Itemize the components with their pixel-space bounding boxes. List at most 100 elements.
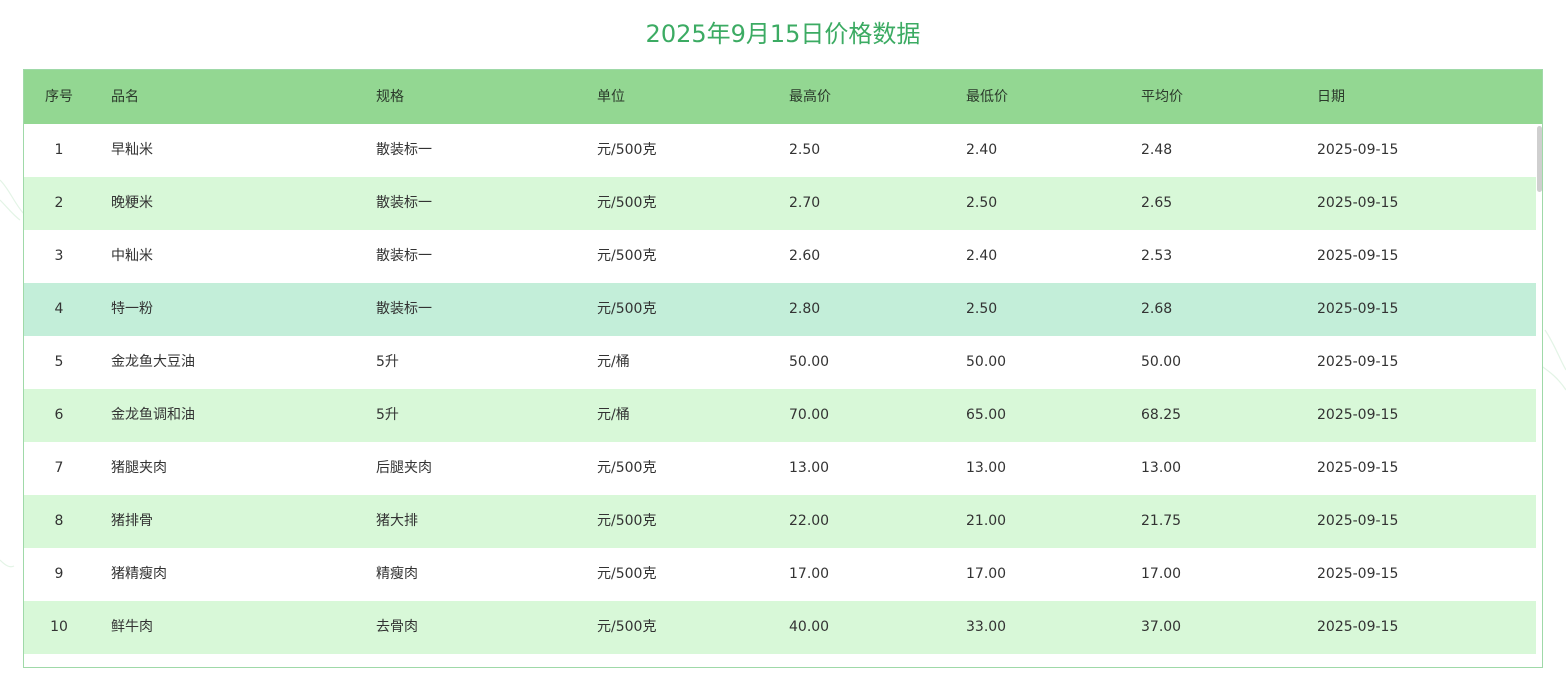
table-row[interactable]: 7 猪腿夹肉 后腿夹肉 元/500克 13.00 13.00 13.00 2025-09-15	[24, 442, 1536, 495]
cell-max-price: 13.00	[789, 460, 830, 476]
cell-index: 6	[54, 407, 64, 423]
cell-max-price: 2.80	[789, 301, 821, 317]
column-header-unit[interactable]: 单位	[597, 70, 625, 124]
cell-index: 8	[54, 513, 64, 529]
cell-min-price: 65.00	[966, 407, 1007, 423]
cell-avg-price: 21.75	[1141, 513, 1182, 529]
cell-index: 4	[54, 301, 64, 317]
cell-min-price: 33.00	[966, 619, 1007, 635]
cell-avg-price: 37.00	[1141, 619, 1182, 635]
table-row[interactable]: 2 晚粳米 散装标一 元/500克 2.70 2.50 2.65 2025-09-15	[24, 177, 1536, 230]
cell-avg-price: 2.53	[1141, 248, 1173, 264]
cell-date: 2025-09-15	[1317, 460, 1399, 476]
cell-max-price: 50.00	[789, 354, 830, 370]
cell-spec: 5升	[376, 354, 399, 370]
cell-spec: 去骨肉	[376, 619, 418, 635]
cell-unit: 元/500克	[597, 460, 657, 476]
cell-unit: 元/500克	[597, 142, 657, 158]
column-header-index[interactable]: 序号	[44, 70, 74, 124]
cell-index: 7	[54, 460, 64, 476]
cell-spec: 散装标一	[376, 248, 432, 264]
cell-spec: 散装标一	[376, 195, 432, 211]
cell-date: 2025-09-15	[1317, 513, 1399, 529]
cell-max-price: 22.00	[789, 513, 830, 529]
cell-max-price: 70.00	[789, 407, 830, 423]
table-row[interactable]: 10 鲜牛肉 去骨肉 元/500克 40.00 33.00 37.00 2025-09-15	[24, 601, 1536, 654]
cell-spec: 猪大排	[376, 513, 418, 529]
cell-date: 2025-09-15	[1317, 248, 1399, 264]
column-header-name[interactable]: 品名	[111, 70, 139, 124]
cell-unit: 元/500克	[597, 248, 657, 264]
cell-min-price: 21.00	[966, 513, 1007, 529]
cell-avg-price: 2.48	[1141, 142, 1173, 158]
cell-unit: 元/500克	[597, 619, 657, 635]
table-body: 1 早籼米 散装标一 元/500克 2.50 2.40 2.48 2025-09-15 2 晚粳米…	[24, 124, 1536, 667]
cell-min-price: 50.00	[966, 354, 1007, 370]
table-scrollbar[interactable]	[1536, 124, 1542, 667]
cell-avg-price: 13.00	[1141, 460, 1182, 476]
cell-unit: 元/桶	[597, 407, 630, 423]
cell-unit: 元/500克	[597, 301, 657, 317]
column-header-min-price[interactable]: 最低价	[966, 70, 1008, 124]
cell-spec: 精瘦肉	[376, 566, 418, 582]
table-row[interactable]: 3 中籼米 散装标一 元/500克 2.60 2.40 2.53 2025-09-15	[24, 230, 1536, 283]
cell-spec: 散装标一	[376, 301, 432, 317]
scrollbar-thumb[interactable]	[1537, 126, 1542, 192]
cell-avg-price: 2.65	[1141, 195, 1173, 211]
cell-min-price: 17.00	[966, 566, 1007, 582]
cell-index: 5	[54, 354, 64, 370]
cell-name: 早籼米	[111, 142, 153, 158]
cell-name: 晚粳米	[111, 195, 153, 211]
cell-unit: 元/桶	[597, 354, 630, 370]
cell-name: 鲜牛肉	[111, 619, 153, 635]
cell-max-price: 2.60	[789, 248, 821, 264]
cell-min-price: 2.50	[966, 301, 998, 317]
cell-spec: 5升	[376, 407, 399, 423]
table-row[interactable]: 9 猪精瘦肉 精瘦肉 元/500克 17.00 17.00 17.00 2025-09-15	[24, 548, 1536, 601]
cell-name: 金龙鱼调和油	[111, 407, 195, 423]
column-header-date[interactable]: 日期	[1317, 70, 1345, 124]
page-title: 2025年9月15日价格数据	[645, 20, 921, 48]
table-row[interactable]: 8 猪排骨 猪大排 元/500克 22.00 21.00 21.75 2025-09-15	[24, 495, 1536, 548]
price-table: 序号 品名 规格 单位 最高价 最低价 平均价 日期 1 早籼米 散装标一 元/500…	[23, 69, 1543, 668]
cell-name: 猪精瘦肉	[111, 566, 167, 582]
table-row[interactable]: 1 早籼米 散装标一 元/500克 2.50 2.40 2.48 2025-09-15	[24, 124, 1536, 177]
cell-unit: 元/500克	[597, 513, 657, 529]
table-row[interactable]: 6 金龙鱼调和油 5升 元/桶 70.00 65.00 68.25 2025-09-15	[24, 389, 1536, 442]
cell-min-price: 2.50	[966, 195, 998, 211]
cell-max-price: 40.00	[789, 619, 830, 635]
cell-unit: 元/500克	[597, 566, 657, 582]
cell-avg-price: 17.00	[1141, 566, 1182, 582]
cell-name: 猪腿夹肉	[111, 460, 167, 476]
cell-date: 2025-09-15	[1317, 566, 1399, 582]
cell-spec: 后腿夹肉	[376, 460, 432, 476]
cell-date: 2025-09-15	[1317, 301, 1399, 317]
cell-index: 10	[50, 619, 68, 635]
column-header-spec[interactable]: 规格	[376, 70, 404, 124]
cell-date: 2025-09-15	[1317, 142, 1399, 158]
cell-avg-price: 50.00	[1141, 354, 1182, 370]
cell-index: 2	[54, 195, 64, 211]
column-header-max-price[interactable]: 最高价	[789, 70, 831, 124]
table-row[interactable]: 5 金龙鱼大豆油 5升 元/桶 50.00 50.00 50.00 2025-09-15	[24, 336, 1536, 389]
table-header: 序号 品名 规格 单位 最高价 最低价 平均价 日期	[24, 70, 1542, 124]
cell-name: 特一粉	[111, 301, 153, 317]
cell-name: 中籼米	[111, 248, 153, 264]
cell-avg-price: 2.68	[1141, 301, 1173, 317]
cell-min-price: 2.40	[966, 142, 998, 158]
cell-avg-price: 68.25	[1141, 407, 1182, 423]
cell-date: 2025-09-15	[1317, 407, 1399, 423]
cell-min-price: 2.40	[966, 248, 998, 264]
column-header-avg-price[interactable]: 平均价	[1141, 70, 1183, 124]
cell-max-price: 2.70	[789, 195, 821, 211]
cell-max-price: 17.00	[789, 566, 830, 582]
cell-min-price: 13.00	[966, 460, 1007, 476]
cell-name: 金龙鱼大豆油	[111, 354, 195, 370]
cell-unit: 元/500克	[597, 195, 657, 211]
cell-name: 猪排骨	[111, 513, 153, 529]
table-row[interactable]: 4 特一粉 散装标一 元/500克 2.80 2.50 2.68 2025-09-15	[24, 283, 1536, 336]
cell-index: 1	[54, 142, 64, 158]
cell-date: 2025-09-15	[1317, 619, 1399, 635]
cell-max-price: 2.50	[789, 142, 821, 158]
cell-spec: 散装标一	[376, 142, 432, 158]
